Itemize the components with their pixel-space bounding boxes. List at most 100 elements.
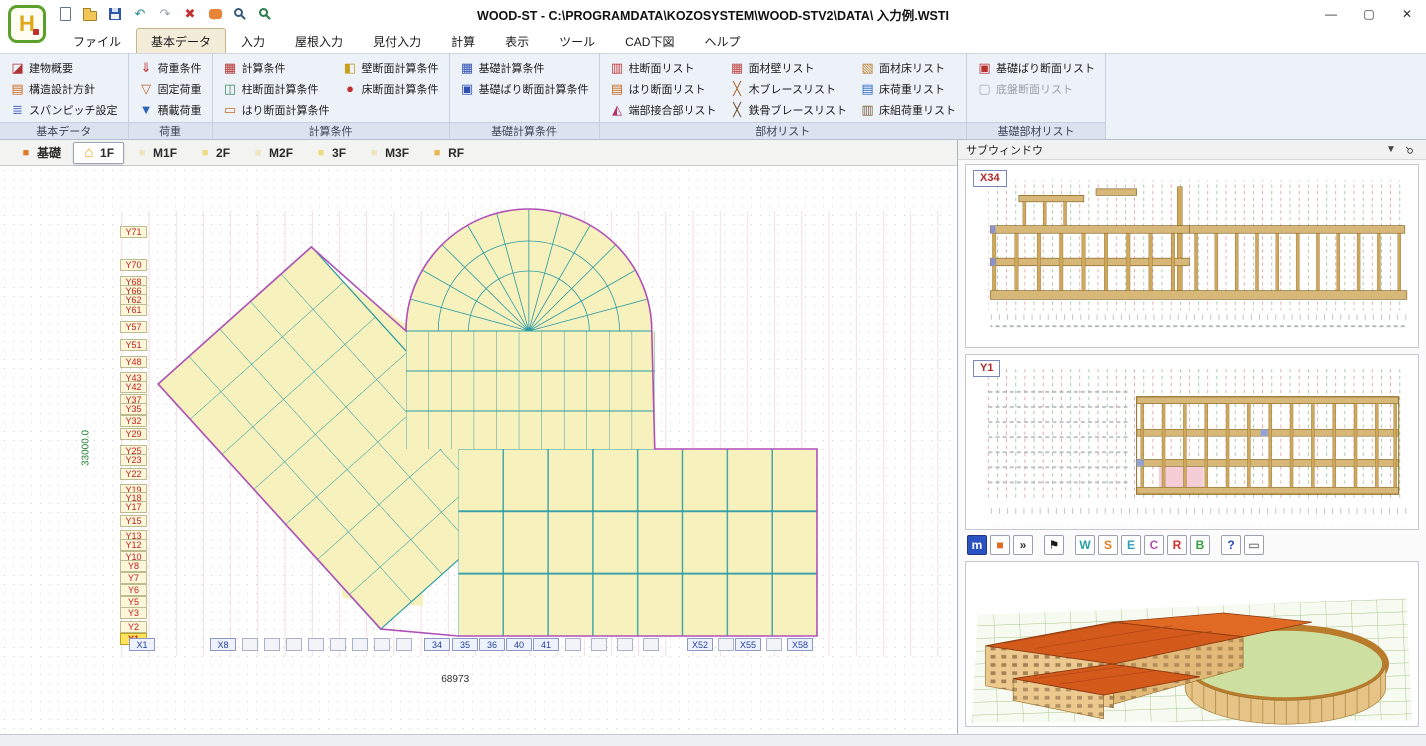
x-axis-label[interactable]: 41 bbox=[533, 638, 559, 651]
window-mode-button[interactable]: ▭ bbox=[1244, 535, 1264, 555]
ribbon-button[interactable]: ╳鉄骨ブレースリスト bbox=[725, 99, 852, 120]
redo-icon-button[interactable]: ↷ bbox=[154, 3, 176, 25]
menu-tab-1[interactable]: ファイル bbox=[58, 28, 136, 53]
minimize-button[interactable]: — bbox=[1312, 1, 1350, 27]
ribbon-button[interactable]: ▥柱断面リスト bbox=[605, 57, 722, 78]
y-axis-label[interactable]: Y7 bbox=[120, 572, 147, 584]
ribbon-button[interactable]: ▦面材壁リスト bbox=[725, 57, 852, 78]
layer-e-button[interactable]: E bbox=[1121, 535, 1141, 555]
ribbon-button[interactable]: ▤構造設計方針 bbox=[5, 78, 123, 99]
x-axis-label[interactable]: X58 bbox=[787, 638, 813, 651]
x-axis-label[interactable] bbox=[617, 638, 633, 651]
ribbon-button[interactable]: ⇓荷重条件 bbox=[134, 57, 207, 78]
open-file-icon-button[interactable] bbox=[79, 3, 101, 25]
x-axis-label[interactable] bbox=[242, 638, 258, 651]
ribbon-button[interactable]: ▣基礎ばり断面リスト bbox=[972, 57, 1100, 78]
menu-tab-4[interactable]: 屋根入力 bbox=[280, 28, 358, 53]
ribbon-button[interactable]: ▼積載荷重 bbox=[134, 99, 207, 120]
expand-button[interactable]: » bbox=[1013, 535, 1033, 555]
floor-tab-M1F[interactable]: ■M1F bbox=[126, 142, 187, 164]
floor-tab-基礎[interactable]: ■基礎 bbox=[10, 140, 71, 165]
y-axis-label[interactable]: Y51 bbox=[120, 339, 147, 351]
x-axis-label[interactable]: 36 bbox=[479, 638, 505, 651]
ribbon-button[interactable]: ≣スパンピッチ設定 bbox=[5, 99, 123, 120]
elevation-view-y1[interactable]: Y1 bbox=[965, 354, 1419, 530]
x-axis-label[interactable]: X8 bbox=[210, 638, 236, 651]
ribbon-button[interactable]: ▦基礎計算条件 bbox=[455, 57, 594, 78]
y-axis-label[interactable]: Y17 bbox=[120, 501, 147, 513]
app-logo-icon[interactable]: H bbox=[8, 5, 46, 43]
y-axis-label[interactable]: Y61 bbox=[120, 304, 147, 316]
x-axis-label[interactable] bbox=[330, 638, 346, 651]
x-axis-label[interactable] bbox=[591, 638, 607, 651]
x-axis-label[interactable] bbox=[718, 638, 734, 651]
x-axis-label[interactable] bbox=[643, 638, 659, 651]
menu-tab-8[interactable]: ツール bbox=[544, 28, 610, 53]
model-view-button[interactable]: m bbox=[967, 535, 987, 555]
menu-tab-7[interactable]: 表示 bbox=[490, 28, 544, 53]
x-axis-label[interactable]: X55 bbox=[735, 638, 761, 651]
y-axis-label[interactable]: Y6 bbox=[120, 584, 147, 596]
delete-icon-button[interactable]: ✖ bbox=[179, 3, 201, 25]
floor-tab-3F[interactable]: ■3F bbox=[305, 142, 356, 164]
y-axis-label[interactable]: Y23 bbox=[120, 454, 147, 466]
menu-tab-9[interactable]: CAD下図 bbox=[610, 28, 689, 53]
layer-r-button[interactable]: R bbox=[1167, 535, 1187, 555]
plan-canvas[interactable]: 33000.0 68973 Y71Y70Y68Y66Y62Y61Y57Y51Y4… bbox=[0, 166, 957, 734]
ribbon-button[interactable]: ▧面材床リスト bbox=[855, 57, 961, 78]
floor-tab-2F[interactable]: ■2F bbox=[189, 142, 240, 164]
collapse-panel-icon[interactable]: ▼ bbox=[1382, 144, 1400, 155]
x-axis-label[interactable] bbox=[396, 638, 412, 651]
layer-b-button[interactable]: B bbox=[1190, 535, 1210, 555]
y-axis-label[interactable]: Y2 bbox=[120, 621, 147, 633]
ribbon-button[interactable]: ▦計算条件 bbox=[218, 57, 335, 78]
pin-icon[interactable]: ⚲ bbox=[1400, 144, 1418, 155]
zoom-icon-button[interactable] bbox=[254, 3, 276, 25]
layer-s-button[interactable]: S bbox=[1098, 535, 1118, 555]
menu-tab-10[interactable]: ヘルプ bbox=[689, 28, 755, 53]
ribbon-button[interactable]: ╳木ブレースリスト bbox=[725, 78, 852, 99]
ribbon-button[interactable]: ▣基礎ばり断面計算条件 bbox=[455, 78, 594, 99]
ribbon-button[interactable]: ◪建物概要 bbox=[5, 57, 123, 78]
comment-icon-button[interactable] bbox=[204, 3, 226, 25]
y-axis-label[interactable]: Y8 bbox=[120, 560, 147, 572]
y-axis-label[interactable]: Y32 bbox=[120, 415, 147, 427]
x-axis-label[interactable] bbox=[352, 638, 368, 651]
x-axis-label[interactable]: 34 bbox=[424, 638, 450, 651]
y-axis-label[interactable]: Y42 bbox=[120, 381, 147, 393]
close-button[interactable]: ✕ bbox=[1388, 1, 1426, 27]
ribbon-button[interactable]: ▥床組荷重リスト bbox=[855, 99, 961, 120]
plan-view-button[interactable]: ■ bbox=[990, 535, 1010, 555]
perspective-3d-view[interactable] bbox=[965, 561, 1419, 727]
y-axis-label[interactable]: Y15 bbox=[120, 515, 147, 527]
y-axis-label[interactable]: Y3 bbox=[120, 607, 147, 619]
maximize-button[interactable]: ▢ bbox=[1350, 1, 1388, 27]
menu-tab-5[interactable]: 見付入力 bbox=[358, 28, 436, 53]
floor-tab-RF[interactable]: ■RF bbox=[421, 142, 474, 164]
y-axis-label[interactable]: Y48 bbox=[120, 356, 147, 368]
ribbon-button[interactable]: ◭端部接合部リスト bbox=[605, 99, 722, 120]
layer-c-button[interactable]: C bbox=[1144, 535, 1164, 555]
x-axis-label[interactable] bbox=[565, 638, 581, 651]
help-button[interactable]: ? bbox=[1221, 535, 1241, 555]
y-axis-label[interactable]: Y71 bbox=[120, 226, 147, 238]
layer-w-button[interactable]: W bbox=[1075, 535, 1095, 555]
y-axis-label[interactable]: Y22 bbox=[120, 468, 147, 480]
ribbon-button[interactable]: ▽固定荷重 bbox=[134, 78, 207, 99]
ribbon-button[interactable]: ▤はり断面リスト bbox=[605, 78, 722, 99]
undo-icon-button[interactable]: ↶ bbox=[129, 3, 151, 25]
menu-tab-3[interactable]: 入力 bbox=[226, 28, 280, 53]
x-axis-label[interactable]: X1 bbox=[129, 638, 155, 651]
elevation-view-x34[interactable]: X34 bbox=[965, 164, 1419, 348]
y-axis-label[interactable]: Y70 bbox=[120, 259, 147, 271]
x-axis-label[interactable] bbox=[286, 638, 302, 651]
x-axis-label[interactable] bbox=[264, 638, 280, 651]
y-axis-label[interactable]: Y57 bbox=[120, 321, 147, 333]
x-axis-label[interactable] bbox=[766, 638, 782, 651]
ribbon-button[interactable]: ▭はり断面計算条件 bbox=[218, 99, 335, 120]
search-icon-button[interactable] bbox=[229, 3, 251, 25]
x-axis-label[interactable]: 40 bbox=[506, 638, 532, 651]
menu-tab-6[interactable]: 計算 bbox=[436, 28, 490, 53]
y-axis-label[interactable]: Y35 bbox=[120, 403, 147, 415]
floor-tab-1F[interactable]: ⌂1F bbox=[73, 142, 124, 164]
